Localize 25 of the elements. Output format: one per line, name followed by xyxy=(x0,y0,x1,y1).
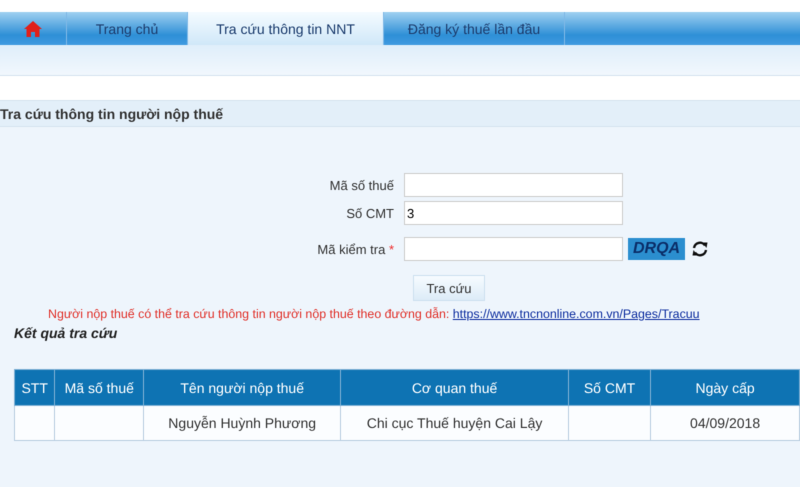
table-cell: Chi cục Thuế huyện Cai Lậy xyxy=(340,406,568,440)
notice-text: Người nộp thuế có thể tra cứu thông tin người nộp thuế theo đường dẫn: xyxy=(48,307,450,321)
table-cell: 04/09/2018 xyxy=(650,406,800,440)
field-label: Số CMT xyxy=(345,206,395,220)
field-label: Mã kiểm tra * xyxy=(316,242,395,256)
column-header: Số CMT xyxy=(568,370,651,406)
refresh-icon[interactable] xyxy=(691,241,710,257)
required-mark: * xyxy=(388,242,394,256)
column-header: Cơ quan thuế xyxy=(340,370,568,406)
results-title: Kết quả tra cứu xyxy=(14,325,118,341)
input-field[interactable] xyxy=(404,173,623,197)
input-field[interactable] xyxy=(404,237,623,261)
column-header: Ngày cấp xyxy=(650,370,800,406)
search-button[interactable]: Tra cứu xyxy=(413,275,485,301)
column-header: STT xyxy=(14,370,55,406)
link[interactable]: https://www.tncnonline.com.vn/Pages/Tracuu xyxy=(452,307,700,321)
column-header: Mã số thuế xyxy=(54,370,144,406)
table-cell: Nguyễn Huỳnh Phương xyxy=(144,406,341,440)
tab[interactable]: Tra cứu thông tin NNT xyxy=(188,12,384,45)
captcha-image: DRQA xyxy=(628,238,686,260)
field-label: Mã số thuế xyxy=(328,178,395,192)
column-header: Tên người nộp thuế xyxy=(144,370,341,406)
section-title: Tra cứu thông tin người nộp thuế xyxy=(0,106,224,122)
input-field[interactable]: 3 xyxy=(404,201,623,225)
home-icon xyxy=(23,20,43,38)
